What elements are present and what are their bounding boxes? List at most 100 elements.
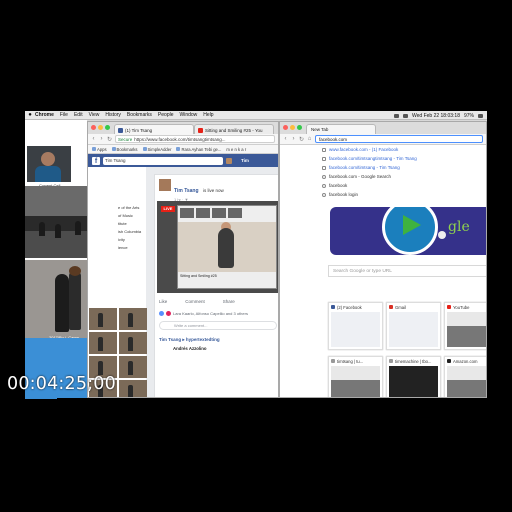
menubar-status-area: Wed Feb 22 18:03:18 97% <box>393 111 483 120</box>
bookmark-label: SimpleAdder <box>147 146 172 152</box>
nav-item[interactable]: e of the Arts <box>118 205 139 210</box>
forward-icon[interactable]: › <box>291 136 296 142</box>
tab-strip: New Tab <box>280 122 486 134</box>
search-icon <box>322 174 326 179</box>
close-icon[interactable] <box>91 125 96 130</box>
inner-person <box>218 228 234 268</box>
menu-people[interactable]: People <box>158 112 174 118</box>
photo-thumbnail[interactable] <box>119 356 147 378</box>
nav-item[interactable]: ivity <box>118 237 125 242</box>
tile-facebook[interactable]: (2) Facebook <box>328 302 383 350</box>
tile-gmail[interactable]: Gmail <box>386 302 441 350</box>
facebook-header: f Tim Tsang Tim <box>88 154 278 167</box>
url-text: https://www.facebook.com/timtsangtimtsan… <box>134 136 226 142</box>
address-bar: ‹ › ↻ ⌂ facebook.com <box>280 134 486 145</box>
commenter-name[interactable]: Andrés Azzolino <box>173 346 207 351</box>
suggestion-item[interactable]: facebook.com/timtsang - Tim Tsang <box>320 163 486 172</box>
nav-item[interactable]: of Music <box>118 213 133 218</box>
clock[interactable]: Wed Feb 22 18:03:18 <box>412 113 460 119</box>
bookmark-label: m e n k a r <box>226 146 247 152</box>
forward-icon[interactable]: › <box>99 136 104 142</box>
post-author[interactable]: Tim Tsang <box>174 188 199 194</box>
bookmark-simpleadder[interactable]: SimpleAdder <box>142 146 172 152</box>
comment-button[interactable]: Comment <box>185 299 205 304</box>
bookmark-apps[interactable]: Apps <box>92 147 107 152</box>
suggestion-item[interactable]: facebook.com/timtsangtimtsang - Tim Tsan… <box>320 154 486 163</box>
reactions[interactable]: Lara Kaarlo, Alfonso Capellio and 3 othe… <box>159 311 248 316</box>
omnibox-input[interactable]: facebook.com <box>315 135 483 143</box>
menu-help[interactable]: Help <box>203 112 213 118</box>
doodle-ball <box>438 231 446 239</box>
suggestion-item[interactable]: facebook login <box>320 190 486 199</box>
menu-edit[interactable]: Edit <box>74 112 83 118</box>
minimize-icon[interactable] <box>290 125 295 130</box>
menu-bookmarks[interactable]: Bookmarks <box>127 112 152 118</box>
inner-thumbnails <box>178 208 276 220</box>
next-post-author[interactable]: Tim Tsang ▸ hypertextedting <box>159 337 220 343</box>
facebook-favicon <box>118 128 123 133</box>
google-doodle[interactable]: gle <box>330 207 486 255</box>
tile-timtsang[interactable]: timtsang | tu... <box>328 356 383 397</box>
menu-history[interactable]: History <box>105 112 121 118</box>
search-icon[interactable] <box>478 113 483 118</box>
bookmark-menkar[interactable]: m e n k a r <box>226 147 246 152</box>
tile-timemachine[interactable]: timemachine | tbo... <box>386 356 441 397</box>
tile-amazon[interactable]: Amazon.com <box>444 356 486 397</box>
maximize-icon[interactable] <box>297 125 302 130</box>
tab-youtube[interactable]: Sitting and Smiling #25 - You <box>194 124 274 134</box>
facebook-logo-icon[interactable]: f <box>92 156 100 165</box>
menu-file[interactable]: File <box>60 112 68 118</box>
reload-icon[interactable]: ↻ <box>107 136 112 143</box>
back-icon[interactable]: ‹ <box>91 136 96 142</box>
volume-icon[interactable] <box>402 113 408 118</box>
avatar[interactable] <box>159 179 171 191</box>
home-icon[interactable]: ⌂ <box>307 136 312 142</box>
photo-thumbnail[interactable] <box>119 308 147 330</box>
minimize-icon[interactable] <box>98 125 103 130</box>
tab-facebook[interactable]: (1) Tim Tsang <box>114 124 194 134</box>
photo-thumbnail[interactable] <box>89 332 117 354</box>
wifi-icon[interactable] <box>393 113 399 118</box>
bookmark-folder[interactable]: Bookmarks <box>111 147 138 152</box>
back-icon[interactable]: ‹ <box>283 136 288 142</box>
maximize-icon[interactable] <box>105 125 110 130</box>
tile-youtube[interactable]: YouTube <box>444 302 486 350</box>
close-icon[interactable] <box>283 125 288 130</box>
search-icon <box>322 183 326 188</box>
photo-thumbnail[interactable] <box>119 380 147 397</box>
menu-view[interactable]: View <box>89 112 100 118</box>
suggestion-item[interactable]: facebook.com - Google Search <box>320 172 486 181</box>
nav-item[interactable]: titute <box>118 221 127 226</box>
reload-icon[interactable]: ↻ <box>299 136 304 143</box>
facebook-favicon <box>331 305 335 309</box>
nav-item[interactable]: ience <box>118 245 128 250</box>
tab-new-tab[interactable]: New Tab <box>306 124 376 134</box>
suggestion-item[interactable]: www.facebook.com - (1) Facebook <box>320 145 486 154</box>
photo-thumbnail[interactable] <box>119 332 147 354</box>
menu-chrome[interactable]: Chrome <box>35 112 54 118</box>
tab-label: (1) Tim Tsang <box>125 128 153 133</box>
comment-input[interactable]: Write a comment... <box>159 321 277 330</box>
share-button[interactable]: Share <box>223 299 235 304</box>
bookmark-rara[interactable]: Rara Ayhan Tebi ge... <box>176 147 221 152</box>
dancers-photo <box>25 260 87 340</box>
suggestion-text: facebook.com/timtsang - Tim Tsang <box>329 165 400 170</box>
live-video[interactable]: LIVE Sitting and Smiling #25 <box>157 201 278 293</box>
photo-thumbnail[interactable] <box>89 308 117 330</box>
nav-item[interactable]: ish Columbia <box>118 229 141 234</box>
url-field[interactable]: Secure https://www.facebook.com/timtsang… <box>115 135 275 143</box>
doodle-text: gle <box>448 219 470 235</box>
inner-thumbnail <box>212 208 226 218</box>
like-button[interactable]: Like <box>159 299 167 304</box>
like-icon <box>159 311 164 316</box>
apple-icon[interactable]: ● <box>25 112 35 118</box>
menu-window[interactable]: Window <box>180 112 198 118</box>
avatar[interactable] <box>226 157 232 164</box>
battery-percent[interactable]: 97% <box>464 113 474 119</box>
tile-preview <box>447 312 486 347</box>
facebook-user-name[interactable]: Tim <box>241 158 249 163</box>
google-search-input[interactable]: Search Google or type URL <box>328 265 486 277</box>
search-icon <box>322 192 326 197</box>
suggestion-item[interactable]: facebook <box>320 181 486 190</box>
facebook-search-input[interactable]: Tim Tsang <box>103 156 223 165</box>
